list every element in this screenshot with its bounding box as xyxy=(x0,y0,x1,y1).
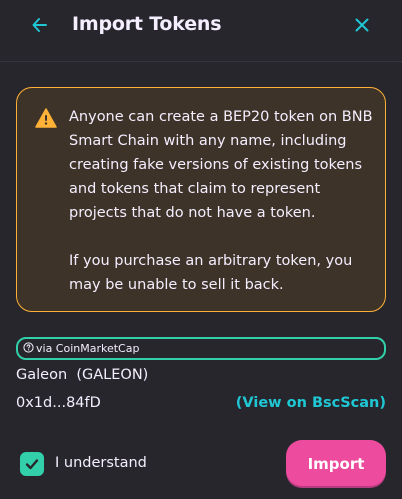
understand-checkbox[interactable] xyxy=(20,452,44,476)
warning-icon xyxy=(35,108,57,128)
view-on-bscscan-link[interactable]: (View on BscScan) xyxy=(236,395,386,411)
source-label: via CoinMarketCap xyxy=(36,342,140,355)
token-address: 0x1d...84fD xyxy=(16,395,101,411)
modal-title: Import Tokens xyxy=(72,13,222,35)
modal-header: Import Tokens xyxy=(0,0,402,62)
import-button[interactable]: Import xyxy=(286,440,386,488)
warning-paragraph-2: If you purchase an arbitrary token, you … xyxy=(69,253,353,293)
arrow-left-icon[interactable] xyxy=(30,15,50,35)
token-name: Galeon (GALEON) xyxy=(16,367,149,383)
warning-paragraph-1: Anyone can create a BEP20 token on BNB S… xyxy=(69,109,373,221)
question-circle-icon xyxy=(23,341,36,356)
source-tag: via CoinMarketCap xyxy=(16,337,386,360)
warning-message: Anyone can create a BEP20 token on BNB S… xyxy=(16,87,386,312)
warning-text: Anyone can create a BEP20 token on BNB S… xyxy=(69,105,379,297)
understand-label: I understand xyxy=(55,455,147,471)
close-icon[interactable] xyxy=(352,15,372,35)
